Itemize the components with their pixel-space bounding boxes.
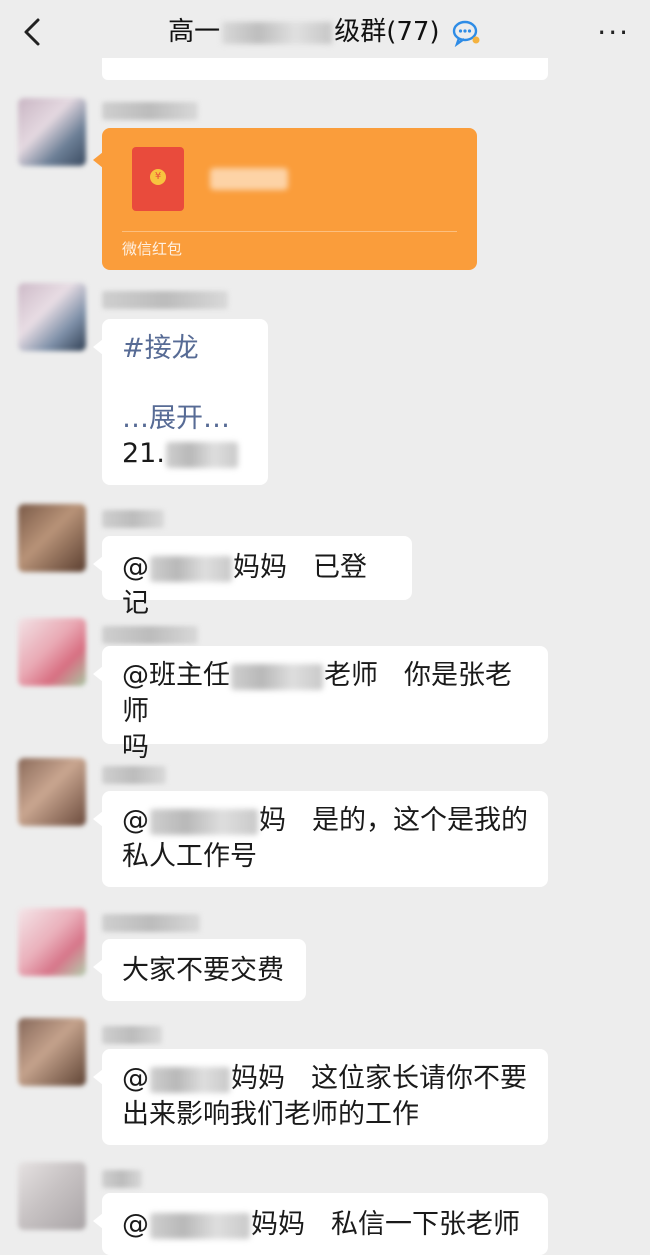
blurred-name (150, 1212, 250, 1239)
avatar[interactable] (18, 504, 86, 572)
red-packet-icon: ¥ (132, 147, 184, 211)
previous-message-edge (102, 58, 548, 80)
message-bubble[interactable]: 大家不要交费 (93, 939, 306, 1001)
message-bubble[interactable]: #接龙 …展开… 21. (93, 319, 268, 485)
message-bubble[interactable]: @ 妈是的，这个是我的 私人工作号 (93, 791, 548, 887)
expand-link[interactable]: …展开… (122, 401, 248, 436)
sender-nickname (102, 626, 198, 644)
chat-header: 高一 级群(77) ··· (0, 0, 650, 66)
blurred-name (150, 1066, 230, 1093)
sender-nickname (102, 1170, 142, 1188)
more-icon[interactable]: ··· (597, 16, 630, 49)
group-chat-icon (452, 20, 480, 47)
sender-nickname (102, 102, 198, 120)
avatar[interactable] (18, 1018, 86, 1086)
message-bubble[interactable]: @ 妈妈 这位家长请你不要 出来影响我们老师的工作 (93, 1049, 548, 1145)
avatar[interactable] (18, 758, 86, 826)
message-bubble[interactable]: @班主任 老师 你是张老师 吗 (93, 646, 548, 763)
chat-title: 高一 级群(77) (0, 14, 650, 50)
avatar[interactable] (18, 1162, 86, 1230)
red-packet-message (210, 168, 288, 190)
chat-title-suffix: 级群(77) (334, 17, 440, 47)
sender-nickname (102, 291, 228, 309)
chat-title-prefix: 高一 (168, 17, 221, 47)
sender-nickname (102, 914, 200, 932)
message-bubble[interactable]: @ 妈妈 已登记 (93, 536, 412, 619)
sender-nickname (102, 1026, 162, 1044)
avatar[interactable] (18, 618, 86, 686)
avatar[interactable] (18, 908, 86, 976)
sender-nickname (102, 510, 164, 528)
blurred-title-segment (222, 21, 333, 44)
blurred-name (150, 555, 232, 582)
message-bubble[interactable]: @ 妈妈 私信一下张老师 (93, 1193, 548, 1255)
red-packet-label: 微信红包 (122, 240, 183, 258)
jielong-tag[interactable]: #接龙 (122, 331, 248, 366)
red-packet-card[interactable]: ¥ 微信红包 (93, 128, 477, 270)
avatar[interactable] (18, 98, 86, 166)
blurred-name (150, 808, 258, 835)
sender-nickname (102, 766, 166, 784)
blurred-name (231, 663, 323, 690)
avatar[interactable] (18, 283, 86, 351)
divider (122, 231, 457, 232)
jielong-entry: 21. (122, 436, 248, 471)
